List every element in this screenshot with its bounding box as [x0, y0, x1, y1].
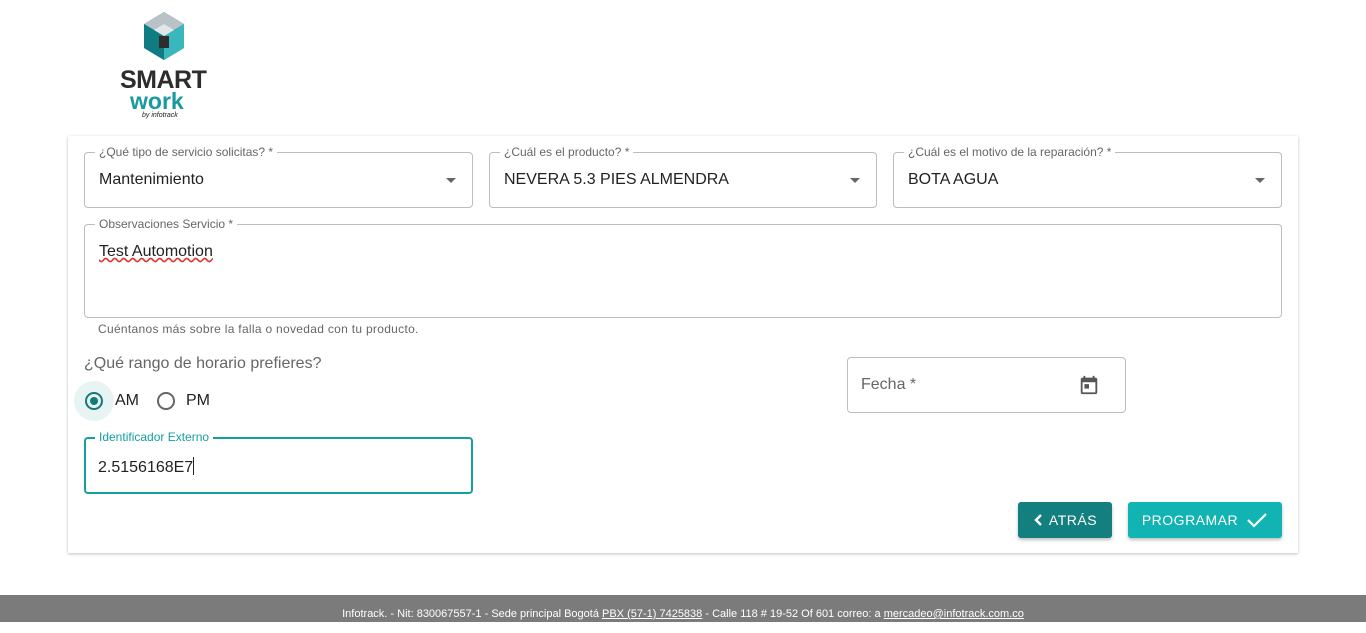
chevron-left-icon	[1034, 514, 1042, 526]
footer-company-text: Infotrack. - Nit: 830067557-1 - Sede pri…	[342, 608, 602, 620]
observations-helper-text: Cuéntanos más sobre la falla o novedad c…	[98, 322, 419, 336]
observations-value: Test Automotion	[99, 243, 213, 260]
product-label: ¿Cuál es el producto? *	[500, 145, 634, 159]
logo-byline-text: by infotrack	[142, 112, 178, 119]
chevron-down-icon	[850, 178, 860, 183]
schedule-radio-group: AM PM	[74, 381, 234, 421]
am-radio-label[interactable]: AM	[115, 392, 139, 410]
chevron-down-icon	[446, 178, 456, 183]
schedule-question: ¿Qué rango de horario prefieres?	[84, 355, 322, 372]
date-label: Fecha *	[861, 376, 917, 393]
footer-pbx-link[interactable]: PBX (57-1) 7425838	[602, 608, 702, 620]
smartwork-logo: SMART work by infotrack	[118, 10, 210, 122]
repair-reason-label: ¿Cuál es el motivo de la reparación? *	[904, 145, 1116, 159]
repair-reason-select[interactable]: ¿Cuál es el motivo de la reparación? * B…	[893, 145, 1282, 208]
external-id-label: Identificador Externo	[95, 430, 214, 444]
observations-textarea[interactable]: Observaciones Servicio * Test Automotion	[84, 217, 1282, 318]
check-icon	[1247, 513, 1267, 528]
schedule-button[interactable]: PROGRAMAR	[1128, 502, 1282, 538]
external-id-input[interactable]: Identificador Externo 2.5156168E7	[84, 430, 473, 494]
repair-reason-value: BOTA AGUA	[908, 171, 999, 188]
product-value: NEVERA 5.3 PIES ALMENDRA	[504, 171, 729, 188]
back-button[interactable]: ATRÁS	[1018, 502, 1112, 538]
text-caret	[193, 457, 195, 475]
logo-work-text: work	[130, 88, 184, 114]
date-picker-field[interactable]: Fecha *	[847, 357, 1126, 413]
schedule-button-label: PROGRAMAR	[1141, 512, 1239, 528]
service-type-value: Mantenimiento	[99, 171, 204, 188]
chevron-down-icon	[1255, 178, 1265, 183]
am-radio-button[interactable]	[85, 392, 103, 410]
page-footer: Infotrack. - Nit: 830067557-1 - Sede pri…	[0, 595, 1366, 622]
pm-radio-label[interactable]: PM	[186, 392, 210, 410]
footer-email-link[interactable]: mercadeo@infotrack.com.co	[884, 608, 1024, 620]
footer-address-text: - Calle 118 # 19-52 Of 601 correo: a	[702, 608, 884, 620]
observations-label: Observaciones Servicio *	[95, 217, 238, 231]
logo-hexagon-icon	[144, 12, 184, 60]
service-type-select[interactable]: ¿Qué tipo de servicio solicitas? * Mante…	[84, 145, 473, 208]
product-select[interactable]: ¿Cuál es el producto? * NEVERA 5.3 PIES …	[489, 145, 877, 208]
service-type-label: ¿Qué tipo de servicio solicitas? *	[95, 145, 278, 159]
back-button-label: ATRÁS	[1048, 512, 1098, 528]
calendar-icon[interactable]	[1078, 374, 1100, 401]
external-id-value: 2.5156168E7	[98, 457, 195, 476]
pm-radio-button[interactable]	[157, 392, 175, 410]
